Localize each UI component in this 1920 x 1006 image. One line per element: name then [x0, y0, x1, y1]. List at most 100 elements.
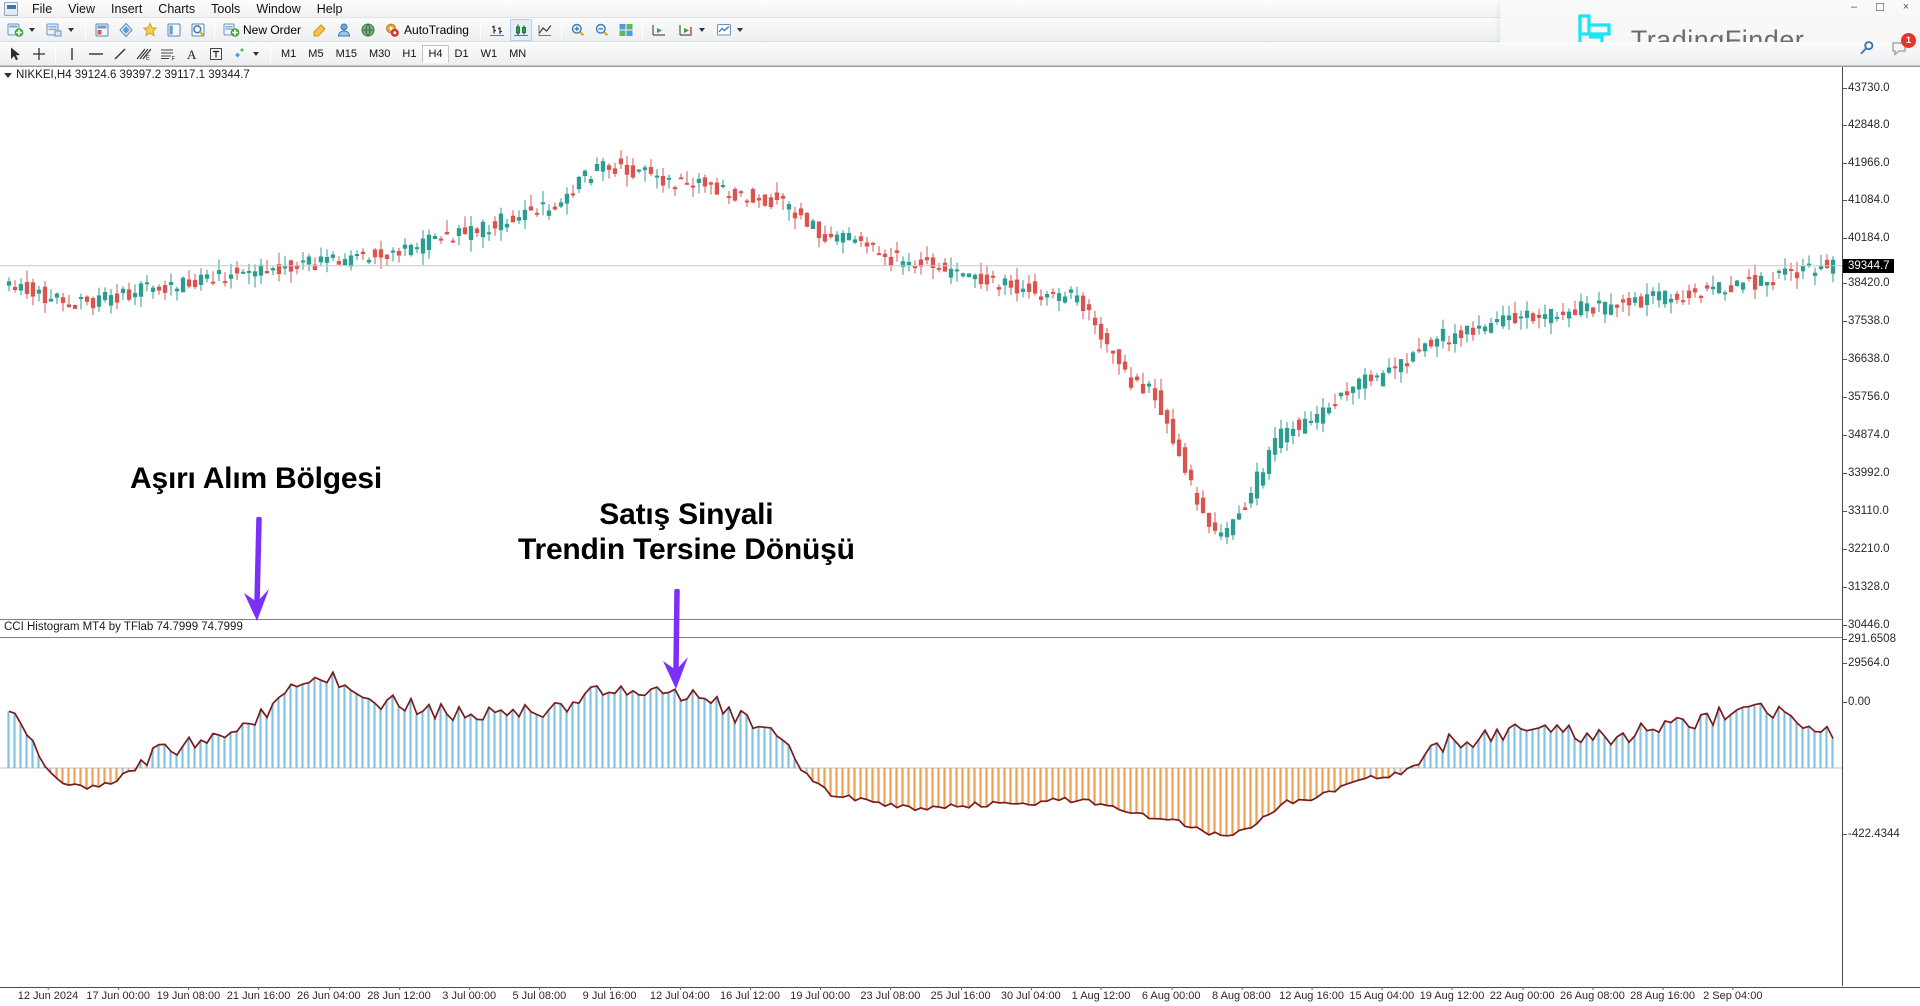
- navigator-button[interactable]: [139, 19, 161, 41]
- mql5-community-button[interactable]: [357, 19, 379, 41]
- right-tools: 1: [1858, 40, 1910, 57]
- time-axis-tick: 19 Aug 12:00: [1420, 990, 1485, 1002]
- menu-item-view[interactable]: View: [60, 1, 103, 17]
- profiles-button[interactable]: [43, 19, 80, 41]
- trendline-tool[interactable]: [109, 43, 131, 65]
- timeframe-m15[interactable]: M15: [330, 45, 363, 63]
- time-axis-tick: 3 Jul 00:00: [442, 990, 496, 1002]
- strategy-tester-button[interactable]: [187, 19, 209, 41]
- time-axis-tick: 12 Jul 04:00: [650, 990, 710, 1002]
- vertical-line-tool[interactable]: [61, 43, 83, 65]
- price-axis-tick: 36638.0: [1848, 353, 1890, 365]
- indicator-label: CCI Histogram MT4 by TFlab 74.7999 74.79…: [4, 621, 243, 633]
- chart-shift-button[interactable]: [648, 19, 673, 41]
- time-axis-tick: 25 Jul 16:00: [931, 990, 991, 1002]
- time-axis-tick: 26 Aug 08:00: [1560, 990, 1625, 1002]
- svg-text:A: A: [187, 47, 197, 62]
- menu-item-help[interactable]: Help: [309, 1, 351, 17]
- chevron-down-icon[interactable]: [4, 73, 12, 78]
- chevron-down-icon[interactable]: [68, 28, 74, 32]
- chevron-down-icon[interactable]: [699, 28, 705, 32]
- tile-windows-button[interactable]: [615, 19, 637, 41]
- menu-item-file[interactable]: File: [24, 1, 60, 17]
- toolbar-separator: [85, 21, 86, 39]
- toolbar-separator: [642, 21, 643, 39]
- horizontal-line-tool[interactable]: [85, 43, 107, 65]
- timeframe-w1[interactable]: W1: [475, 45, 504, 63]
- overbought-annotation: Aşırı Alım Bölgesi: [130, 461, 382, 496]
- bar-chart-button[interactable]: [486, 19, 508, 41]
- text-tool[interactable]: A: [181, 43, 203, 65]
- overbought-annotation-line-1: Aşırı Alım Bölgesi: [130, 461, 382, 496]
- price-axis-tick: 41084.0: [1848, 194, 1890, 206]
- menu-item-insert[interactable]: Insert: [103, 1, 150, 17]
- data-window-button[interactable]: [115, 19, 137, 41]
- new-chart-button[interactable]: [4, 19, 41, 41]
- menu-item-tools[interactable]: Tools: [203, 1, 248, 17]
- symbol-ohlc-text: NIKKEI,H4 39124.6 39397.2 39117.1 39344.…: [16, 69, 250, 81]
- time-axis-tick: 2 Sep 04:00: [1703, 990, 1762, 1002]
- indicator-axis-tick: 0.00: [1848, 696, 1870, 708]
- time-axis-tick: 22 Aug 00:00: [1490, 990, 1555, 1002]
- time-axis-tick: 8 Aug 08:00: [1212, 990, 1271, 1002]
- indicator-axis-tick: -422.4344: [1848, 828, 1900, 840]
- main-toolbar: New Order AutoTrading: [0, 18, 1510, 42]
- autotrading-label: AutoTrading: [404, 23, 469, 37]
- indicators-button[interactable]: [713, 19, 749, 41]
- terminal-button[interactable]: [163, 19, 185, 41]
- price-axis[interactable]: 43730.042848.041966.041084.040184.038420…: [1842, 67, 1920, 986]
- metaeditor-button[interactable]: [309, 19, 331, 41]
- current-price-label: 39344.7: [1843, 259, 1894, 273]
- toolbar-separator: [270, 45, 271, 63]
- time-axis-tick: 19 Jul 00:00: [790, 990, 850, 1002]
- new-order-button[interactable]: New Order: [220, 19, 307, 41]
- fibonacci-tool[interactable]: F: [157, 43, 179, 65]
- close-button[interactable]: ×: [1898, 1, 1914, 14]
- text-label-tool[interactable]: [205, 43, 227, 65]
- timeframe-mn[interactable]: MN: [503, 45, 532, 63]
- menu-bar: File View Insert Charts Tools Window Hel…: [0, 0, 1510, 18]
- time-axis-tick: 9 Jul 16:00: [583, 990, 637, 1002]
- shapes-tool[interactable]: [229, 43, 265, 65]
- timeframe-m1[interactable]: M1: [275, 45, 302, 63]
- timeframe-d1[interactable]: D1: [449, 45, 475, 63]
- minimize-button[interactable]: –: [1846, 1, 1862, 14]
- price-axis-tick: 40184.0: [1848, 232, 1890, 244]
- chart-window[interactable]: NIKKEI,H4 39124.6 39397.2 39117.1 39344.…: [0, 66, 1920, 1006]
- menu-item-window[interactable]: Window: [248, 1, 308, 17]
- price-axis-tick: 42848.0: [1848, 119, 1890, 131]
- auto-scroll-button[interactable]: [675, 19, 711, 41]
- time-axis[interactable]: 12 Jun 202417 Jun 00:0019 Jun 08:0021 Ju…: [0, 987, 1920, 1006]
- timeframe-h1[interactable]: H1: [396, 45, 422, 63]
- timeframe-h4[interactable]: H4: [422, 45, 448, 63]
- menu-item-charts[interactable]: Charts: [150, 1, 203, 17]
- cursor-tool[interactable]: [4, 43, 26, 65]
- indicator-axis-tick: 291.6508: [1848, 633, 1896, 645]
- market-watch-button[interactable]: [91, 19, 113, 41]
- timeframe-m30[interactable]: M30: [363, 45, 396, 63]
- time-axis-tick: 15 Aug 04:00: [1349, 990, 1414, 1002]
- sell-signal-annotation-line-2: Trendin Tersine Dönüşü: [518, 532, 855, 567]
- overbought-arrow-icon: [238, 517, 278, 633]
- chevron-down-icon[interactable]: [737, 28, 743, 32]
- price-axis-tick: 38420.0: [1848, 277, 1890, 289]
- price-axis-tick: 30446.0: [1848, 619, 1890, 631]
- zoom-in-button[interactable]: [567, 19, 589, 41]
- restore-button[interactable]: ☐: [1872, 1, 1888, 14]
- sell-signal-annotation-line-1: Satış Sinyali: [518, 497, 855, 532]
- expert-advisors-button[interactable]: [333, 19, 355, 41]
- timeframe-m5[interactable]: M5: [302, 45, 329, 63]
- search-icon[interactable]: [1858, 40, 1875, 57]
- chevron-down-icon[interactable]: [253, 52, 259, 56]
- autotrading-button[interactable]: AutoTrading: [381, 19, 475, 41]
- crosshair-tool[interactable]: [28, 43, 50, 65]
- candlestick-chart-button[interactable]: [510, 19, 532, 41]
- equidistant-channel-tool[interactable]: E: [133, 43, 155, 65]
- sell-signal-arrow-icon: [656, 589, 696, 701]
- zoom-out-button[interactable]: [591, 19, 613, 41]
- line-chart-button[interactable]: [534, 19, 556, 41]
- chevron-down-icon[interactable]: [29, 28, 35, 32]
- window-controls: – ☐ ×: [1846, 1, 1914, 14]
- notification-icon[interactable]: 1: [1891, 40, 1910, 57]
- time-axis-tick: 30 Jul 04:00: [1001, 990, 1061, 1002]
